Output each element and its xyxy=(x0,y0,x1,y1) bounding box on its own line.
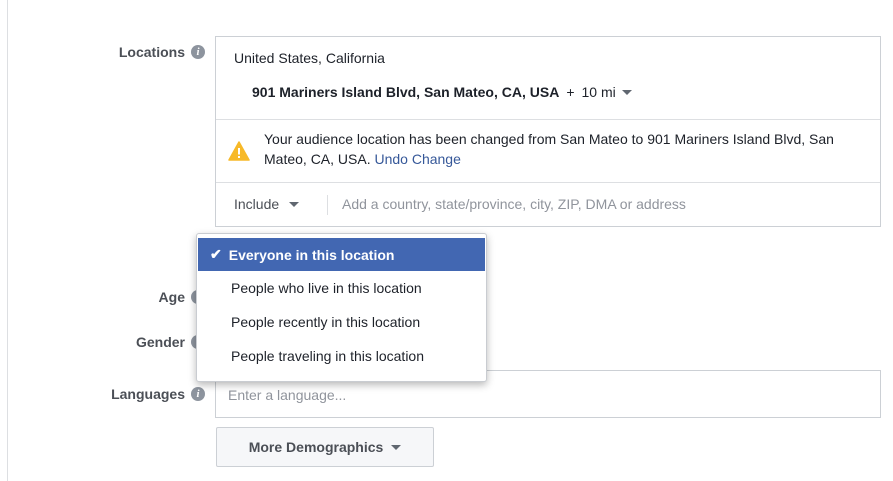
include-row: Include xyxy=(216,183,880,226)
info-icon[interactable]: i xyxy=(191,45,205,59)
dropdown-item-live[interactable]: People who live in this location xyxy=(197,271,486,305)
location-country: United States, California xyxy=(234,50,385,66)
include-label: Include xyxy=(234,196,280,212)
left-border xyxy=(7,0,8,481)
more-demographics-label: More Demographics xyxy=(248,439,384,455)
more-demographics-button[interactable]: More Demographics xyxy=(216,427,434,467)
location-address-row: 901 Mariners Island Blvd, San Mateo, CA,… xyxy=(252,84,632,100)
chevron-down-icon xyxy=(621,89,632,95)
locations-label: Locations i xyxy=(119,44,205,60)
location-warning: Your audience location has been changed … xyxy=(216,119,880,183)
languages-label: Languages i xyxy=(111,386,205,402)
dropdown-item-label: People traveling in this location xyxy=(231,348,425,364)
age-label-text: Age xyxy=(158,289,185,305)
dropdown-item-label: Everyone in this location xyxy=(228,246,395,263)
language-input[interactable] xyxy=(226,381,870,409)
location-type-dropdown: ✔ Everyone in this location People who l… xyxy=(196,233,487,382)
radius-selector[interactable]: 10 mi xyxy=(582,84,632,100)
check-icon: ✔ xyxy=(210,246,222,262)
info-icon[interactable]: i xyxy=(191,387,205,401)
radius-value: 10 mi xyxy=(581,84,616,100)
radius-plus: + xyxy=(566,84,575,100)
warning-message: Your audience location has been changed … xyxy=(264,129,864,169)
gender-label: Gender i xyxy=(136,334,205,350)
warning-text: Your audience location has been changed … xyxy=(264,131,834,167)
location-search-input[interactable] xyxy=(338,191,866,217)
gender-label-text: Gender xyxy=(135,334,185,350)
dropdown-item-traveling[interactable]: People traveling in this location xyxy=(197,339,486,373)
undo-change-link[interactable]: Undo Change xyxy=(374,151,460,167)
locations-box: United States, California 901 Mariners I… xyxy=(215,36,881,227)
dropdown-item-label: People recently in this location xyxy=(231,314,421,330)
include-dropdown[interactable]: Include xyxy=(234,196,300,212)
locations-label-text: Locations xyxy=(118,44,185,60)
chevron-down-icon xyxy=(289,201,300,207)
location-address: 901 Mariners Island Blvd, San Mateo, CA,… xyxy=(252,84,560,100)
chevron-down-icon xyxy=(391,444,402,450)
divider xyxy=(327,195,328,215)
dropdown-item-everyone[interactable]: ✔ Everyone in this location xyxy=(198,238,485,271)
warning-icon xyxy=(228,141,250,166)
dropdown-item-label: People who live in this location xyxy=(231,280,422,296)
languages-label-text: Languages xyxy=(111,386,185,402)
dropdown-item-recently[interactable]: People recently in this location xyxy=(197,305,486,339)
